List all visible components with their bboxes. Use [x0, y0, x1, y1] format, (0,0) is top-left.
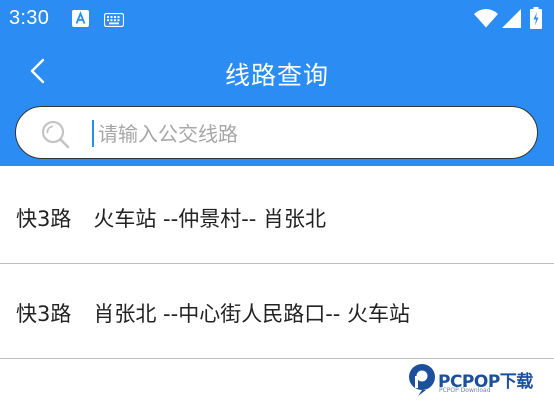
battery-charging-icon [530, 7, 542, 33]
text-cursor [92, 120, 94, 147]
route-search-input[interactable] [96, 116, 500, 152]
signal-icon [502, 9, 521, 32]
status-bar: 3:30 [0, 0, 554, 38]
search-box[interactable] [15, 106, 538, 159]
route-number: 快3路 [16, 207, 72, 231]
wifi-icon [474, 9, 498, 32]
route-list-item[interactable]: 快3路 火车站 --仲景村-- 肖张北 [0, 169, 554, 264]
status-time: 3:30 [9, 7, 50, 29]
title-bar: 线路查询 [0, 44, 554, 100]
route-number: 快3路 [16, 302, 72, 326]
route-line: 肖张北 --中心街人民路口-- 火车站 [93, 302, 411, 326]
watermark-logo-icon [408, 363, 436, 401]
app-header: 3:30 线路查询 请输入公交线路 [0, 0, 554, 166]
route-line: 火车站 --仲景村-- 肖张北 [93, 207, 327, 231]
page-title: 线路查询 [224, 61, 329, 90]
a-notification-icon [72, 10, 89, 31]
watermark-subtitle: PCPOP Download [439, 387, 491, 394]
watermark: PCPOP下载 PCPOP Download [408, 363, 548, 399]
route-list-item[interactable]: 快3路 肖张北 --中心街人民路口-- 火车站 [0, 264, 554, 359]
keyboard-icon [103, 12, 125, 31]
route-text: 快3路 肖张北 --中心街人民路口-- 火车站 [16, 298, 410, 328]
route-text: 快3路 火车站 --仲景村-- 肖张北 [16, 203, 326, 233]
search-icon [40, 119, 72, 155]
